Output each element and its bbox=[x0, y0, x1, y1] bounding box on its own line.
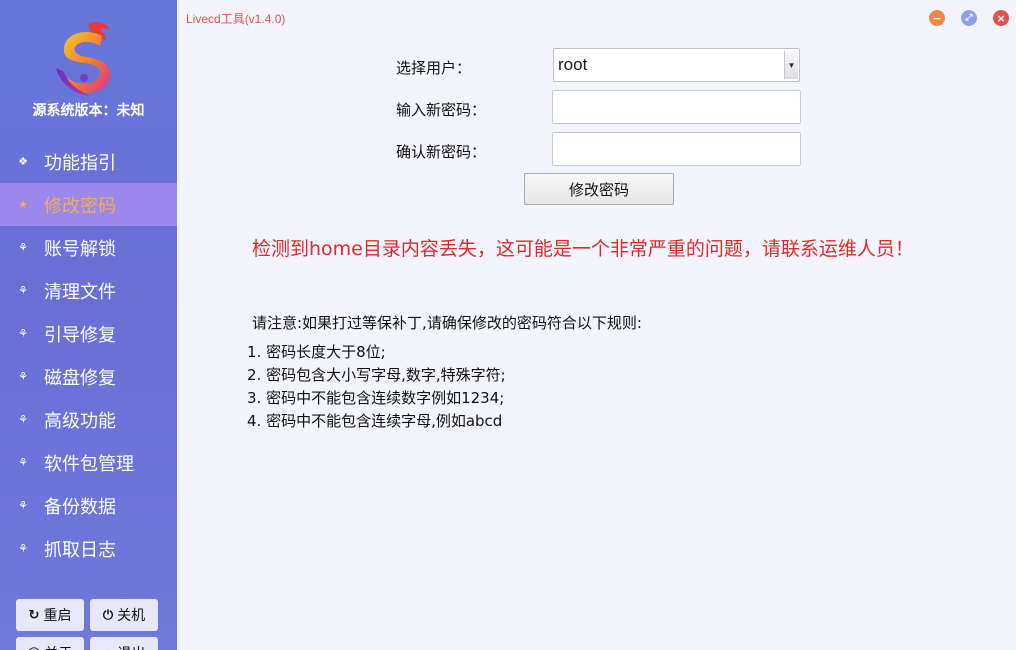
new-password-label: 输入新密码： bbox=[396, 101, 487, 119]
confirm-password-field[interactable] bbox=[552, 132, 801, 166]
about-icon: ⓘ bbox=[27, 644, 40, 650]
sidebar-item-label: 软件包管理 bbox=[44, 453, 134, 475]
sidebar-item-package-manager[interactable]: ⚘ 软件包管理 bbox=[0, 441, 177, 484]
exit-icon: ⇥ bbox=[103, 646, 114, 650]
home-missing-warning: 检测到home目录内容丢失，这可能是一个非常严重的问题，请联系运维人员！ bbox=[252, 238, 914, 260]
sidebar-item-backup-data[interactable]: ⚘ 备份数据 bbox=[0, 484, 177, 527]
bug-icon: ⚘ bbox=[18, 284, 28, 297]
guide-icon: ❖ bbox=[18, 155, 28, 168]
user-select[interactable]: root ▼ bbox=[553, 48, 800, 82]
minimize-icon: − bbox=[932, 11, 942, 25]
sidebar-item-label: 账号解锁 bbox=[44, 238, 116, 260]
sidebar-item-guide[interactable]: ❖ 功能指引 bbox=[0, 140, 177, 183]
bug-icon: ⚘ bbox=[18, 542, 28, 555]
sidebar-item-boot-repair[interactable]: ⚘ 引导修复 bbox=[0, 312, 177, 355]
restart-icon: ↻ bbox=[28, 607, 40, 623]
rule-item: 3. 密码中不能包含连续数字例如1234; bbox=[247, 389, 505, 407]
sidebar-item-advanced[interactable]: ⚘ 高级功能 bbox=[0, 398, 177, 441]
sidebar-item-label: 备份数据 bbox=[44, 496, 116, 518]
bug-icon: ⚘ bbox=[18, 499, 28, 512]
maximize-button[interactable]: ⤢ bbox=[961, 10, 977, 26]
window-title: Livecd工具(v1.4.0) bbox=[186, 12, 286, 26]
exit-button[interactable]: ⇥ 退出 bbox=[90, 637, 158, 650]
sidebar-item-label: 功能指引 bbox=[44, 152, 116, 174]
close-button[interactable]: × bbox=[993, 10, 1009, 26]
sidebar-item-label: 抓取日志 bbox=[44, 539, 116, 561]
sidebar-item-disk-repair[interactable]: ⚘ 磁盘修复 bbox=[0, 355, 177, 398]
sidebar-item-label: 高级功能 bbox=[44, 410, 116, 432]
sidebar-nav: ❖ 功能指引 ★ 修改密码 ⚘ 账号解锁 ⚘ 清理文件 ⚘ 引导修复 ⚘ 磁盘修… bbox=[0, 140, 177, 570]
close-icon: × bbox=[996, 11, 1006, 25]
sidebar: 源系统版本：未知 ❖ 功能指引 ★ 修改密码 ⚘ 账号解锁 ⚘ 清理文件 ⚘ 引… bbox=[0, 0, 177, 650]
source-version-label: 源系统版本：未知 bbox=[32, 103, 145, 119]
change-password-button[interactable]: 修改密码 bbox=[524, 173, 674, 205]
restart-button[interactable]: ↻ 重启 bbox=[16, 599, 84, 631]
new-password-field[interactable] bbox=[552, 90, 801, 124]
select-user-label: 选择用户： bbox=[396, 59, 472, 77]
bug-icon: ⚘ bbox=[18, 456, 28, 469]
sidebar-item-label: 清理文件 bbox=[44, 281, 116, 303]
notice-title: 请注意:如果打过等保补丁,请确保修改的密码符合以下规则: bbox=[252, 314, 642, 332]
sidebar-item-label: 修改密码 bbox=[44, 195, 116, 217]
minimize-button[interactable]: − bbox=[929, 10, 945, 26]
maximize-icon: ⤢ bbox=[965, 12, 973, 23]
dropdown-arrow-icon[interactable]: ▼ bbox=[784, 51, 798, 79]
sidebar-item-change-password[interactable]: ★ 修改密码 bbox=[0, 183, 177, 226]
bug-icon: ⚘ bbox=[18, 241, 28, 254]
bug-icon: ⚘ bbox=[18, 327, 28, 340]
confirm-password-label: 确认新密码： bbox=[396, 143, 487, 161]
sidebar-item-label: 引导修复 bbox=[44, 324, 116, 346]
rule-item: 1. 密码长度大于8位; bbox=[247, 343, 386, 361]
bug-icon: ⚘ bbox=[18, 370, 28, 383]
bug-icon: ⚘ bbox=[18, 413, 28, 426]
sidebar-item-clean-files[interactable]: ⚘ 清理文件 bbox=[0, 269, 177, 312]
user-select-value: root bbox=[558, 55, 588, 74]
sidebar-item-unlock-account[interactable]: ⚘ 账号解锁 bbox=[0, 226, 177, 269]
rule-item: 4. 密码中不能包含连续字母,例如abcd bbox=[247, 412, 503, 430]
power-icon: ⏻ bbox=[102, 607, 114, 623]
app-logo bbox=[50, 18, 124, 98]
rule-item: 2. 密码包含大小写字母,数字,特殊字符; bbox=[247, 366, 506, 384]
star-icon: ★ bbox=[18, 198, 28, 211]
about-button[interactable]: ⓘ 关于 bbox=[16, 637, 84, 650]
sidebar-item-label: 磁盘修复 bbox=[44, 367, 116, 389]
shutdown-button[interactable]: ⏻ 关机 bbox=[90, 599, 158, 631]
sidebar-item-collect-logs[interactable]: ⚘ 抓取日志 bbox=[0, 527, 177, 570]
